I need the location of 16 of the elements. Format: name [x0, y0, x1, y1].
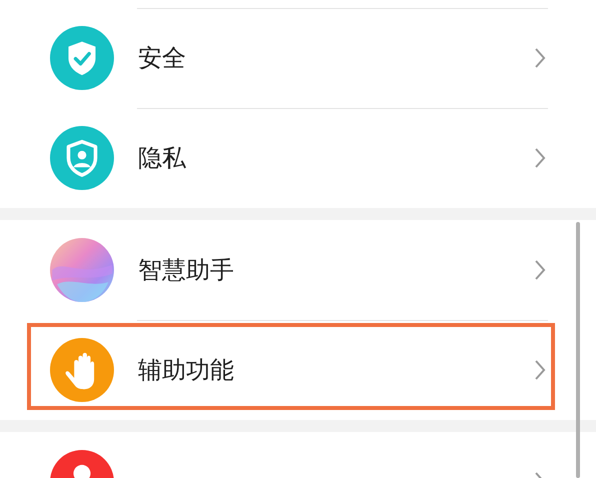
hand-icon [50, 338, 114, 402]
shield-person-icon [50, 126, 114, 190]
chevron-right-icon [534, 259, 546, 281]
chevron-right-icon [534, 359, 546, 381]
chevron-right-icon [534, 147, 546, 169]
chevron-right-icon [534, 47, 546, 69]
settings-item[interactable]: 智慧助手 [0, 220, 596, 320]
item-label: 智慧助手 [138, 255, 235, 286]
item-label: 安全 [138, 43, 187, 74]
settings-item[interactable]: 辅助功能 [0, 320, 596, 420]
item-label: 辅助功能 [138, 355, 235, 386]
settings-item[interactable]: 安全 [0, 8, 596, 108]
gradient-orb-icon [50, 238, 114, 302]
shield-check-icon [50, 26, 114, 90]
item-label: 隐私 [138, 143, 187, 174]
settings-item[interactable]: 隐私 [0, 108, 596, 208]
